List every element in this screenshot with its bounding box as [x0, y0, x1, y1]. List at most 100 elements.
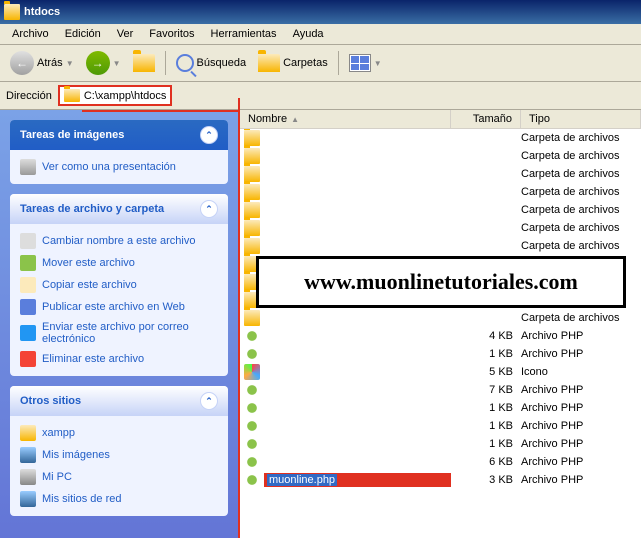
- menu-archivo[interactable]: Archivo: [4, 26, 57, 42]
- place-icon: [20, 491, 36, 507]
- file-row[interactable]: 1 KBArchivo PHP: [240, 435, 641, 453]
- forward-icon: →: [86, 51, 110, 75]
- place-item[interactable]: xampp: [20, 422, 218, 444]
- task-item[interactable]: Enviar este archivo por correo electróni…: [20, 318, 218, 348]
- place-icon: [20, 447, 36, 463]
- place-icon: [20, 469, 36, 485]
- folder-icon: [244, 220, 260, 236]
- col-size[interactable]: Tamaño: [451, 110, 521, 128]
- address-field[interactable]: C:\xampp\htdocs: [58, 85, 173, 106]
- php-icon: [244, 418, 260, 434]
- search-button[interactable]: Búsqueda: [172, 52, 251, 74]
- collapse-icon: ⌃: [200, 200, 218, 218]
- file-row[interactable]: Carpeta de archivos: [240, 219, 641, 237]
- file-row[interactable]: 5 KBIcono: [240, 363, 641, 381]
- file-row[interactable]: 1 KBArchivo PHP: [240, 417, 641, 435]
- col-type[interactable]: Tipo: [521, 110, 641, 128]
- forward-button[interactable]: → ▼: [82, 49, 125, 77]
- task-item[interactable]: Publicar este archivo en Web: [20, 296, 218, 318]
- task-icon: [20, 233, 36, 249]
- file-row[interactable]: 6 KBArchivo PHP: [240, 453, 641, 471]
- folder-up-icon: [133, 54, 155, 72]
- panel-header[interactable]: Tareas de archivo y carpeta ⌃: [10, 194, 228, 224]
- chevron-down-icon: ▼: [113, 59, 121, 68]
- place-item[interactable]: Mi PC: [20, 466, 218, 488]
- file-size: 1 KB: [451, 402, 521, 414]
- panel-header[interactable]: Otros sitios ⌃: [10, 386, 228, 416]
- back-label: Atrás: [37, 57, 63, 69]
- place-label: Mis sitios de red: [42, 493, 121, 505]
- window-title: htdocs: [24, 6, 637, 18]
- file-name: muonline.php: [264, 473, 451, 487]
- task-icon: [20, 351, 36, 367]
- task-item[interactable]: Cambiar nombre a este archivo: [20, 230, 218, 252]
- php-icon: [244, 472, 260, 488]
- file-row[interactable]: 1 KBArchivo PHP: [240, 345, 641, 363]
- place-item[interactable]: Mis imágenes: [20, 444, 218, 466]
- file-row[interactable]: Carpeta de archivos: [240, 309, 641, 327]
- file-type: Archivo PHP: [521, 384, 641, 396]
- file-type: Carpeta de archivos: [521, 150, 641, 162]
- task-item[interactable]: Mover este archivo: [20, 252, 218, 274]
- php-icon: [244, 454, 260, 470]
- separator: [165, 51, 166, 75]
- place-item[interactable]: Mis sitios de red: [20, 488, 218, 510]
- task-icon: [20, 277, 36, 293]
- task-icon: [20, 325, 36, 341]
- menu-herramientas[interactable]: Herramientas: [203, 26, 285, 42]
- task-label: Enviar este archivo por correo electróni…: [42, 321, 218, 345]
- menu-edicion[interactable]: Edición: [57, 26, 109, 42]
- file-row[interactable]: Carpeta de archivos: [240, 183, 641, 201]
- menu-ayuda[interactable]: Ayuda: [285, 26, 332, 42]
- php-icon: [244, 382, 260, 398]
- file-type: Icono: [521, 366, 641, 378]
- file-row[interactable]: Carpeta de archivos: [240, 147, 641, 165]
- chevron-down-icon: ▼: [66, 59, 74, 68]
- file-list: Nombre ▲ Tamaño Tipo Carpeta de archivos…: [240, 110, 641, 538]
- file-size: 3 KB: [451, 474, 521, 486]
- search-label: Búsqueda: [197, 57, 247, 69]
- file-size: 1 KB: [451, 348, 521, 360]
- file-type: Archivo PHP: [521, 348, 641, 360]
- file-row[interactable]: Carpeta de archivos: [240, 237, 641, 255]
- file-type: Archivo PHP: [521, 330, 641, 342]
- folder-icon: [244, 310, 260, 326]
- views-button[interactable]: ▼: [345, 52, 386, 74]
- file-type: Carpeta de archivos: [521, 168, 641, 180]
- folders-label: Carpetas: [283, 57, 328, 69]
- file-type: Carpeta de archivos: [521, 132, 641, 144]
- menu-ver[interactable]: Ver: [109, 26, 142, 42]
- file-row[interactable]: muonline.php3 KBArchivo PHP: [240, 471, 641, 489]
- file-size: 1 KB: [451, 420, 521, 432]
- file-row[interactable]: Carpeta de archivos: [240, 201, 641, 219]
- php-icon: [244, 328, 260, 344]
- chevron-down-icon: ▼: [374, 59, 382, 68]
- task-item[interactable]: Copiar este archivo: [20, 274, 218, 296]
- file-type: Archivo PHP: [521, 456, 641, 468]
- file-row[interactable]: 4 KBArchivo PHP: [240, 327, 641, 345]
- file-type: Carpeta de archivos: [521, 312, 641, 324]
- back-button[interactable]: ← Atrás ▼: [6, 49, 78, 77]
- task-item[interactable]: Eliminar este archivo: [20, 348, 218, 370]
- toolbar: ← Atrás ▼ → ▼ Búsqueda Carpetas ▼: [0, 45, 641, 82]
- panel-body: xamppMis imágenesMi PC Mis sitios de red: [10, 416, 228, 516]
- column-headers: Nombre ▲ Tamaño Tipo: [240, 110, 641, 129]
- menu-favoritos[interactable]: Favoritos: [141, 26, 202, 42]
- folder-icon: [244, 166, 260, 182]
- col-name[interactable]: Nombre ▲: [240, 110, 451, 128]
- panel-body: Ver como una presentación: [10, 150, 228, 184]
- php-icon: [244, 436, 260, 452]
- panel-header[interactable]: Tareas de imágenes ⌃: [10, 120, 228, 150]
- task-slideshow[interactable]: Ver como una presentación: [20, 156, 218, 178]
- file-row[interactable]: 7 KBArchivo PHP: [240, 381, 641, 399]
- file-row[interactable]: Carpeta de archivos: [240, 165, 641, 183]
- file-row[interactable]: 1 KBArchivo PHP: [240, 399, 641, 417]
- folders-button[interactable]: Carpetas: [254, 52, 332, 74]
- folders-icon: [258, 54, 280, 72]
- file-type: Carpeta de archivos: [521, 204, 641, 216]
- up-button[interactable]: [129, 52, 159, 74]
- sidebar: Tareas de imágenes ⌃ Ver como una presen…: [0, 110, 240, 538]
- file-row[interactable]: Carpeta de archivos: [240, 129, 641, 147]
- file-type: Carpeta de archivos: [521, 222, 641, 234]
- panel-body: Cambiar nombre a este archivoMover este …: [10, 224, 228, 376]
